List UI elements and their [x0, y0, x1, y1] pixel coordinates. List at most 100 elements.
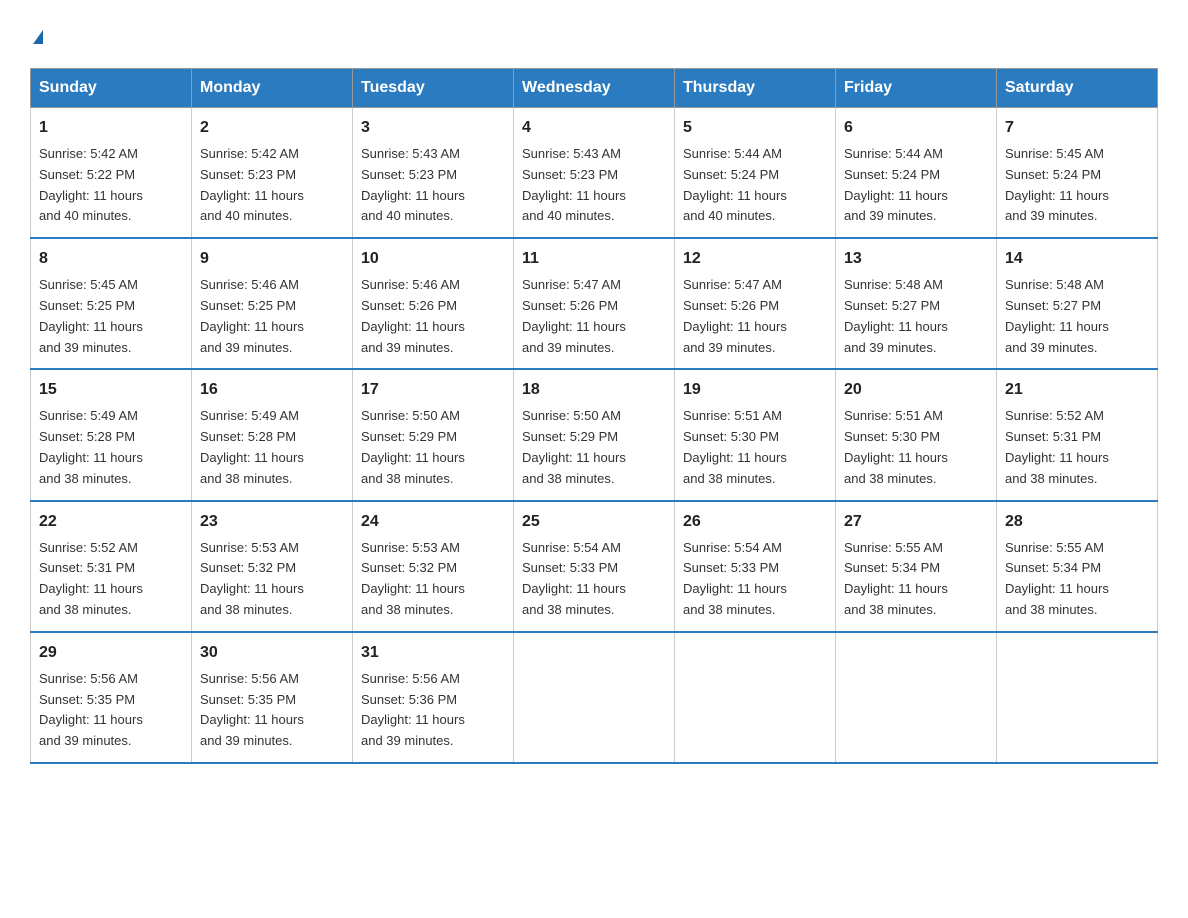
- calendar-cell: 1 Sunrise: 5:42 AMSunset: 5:22 PMDaylight…: [31, 108, 192, 239]
- day-info: Sunrise: 5:45 AMSunset: 5:25 PMDaylight:…: [39, 275, 183, 358]
- day-number: 20: [844, 378, 988, 402]
- calendar-cell: 3 Sunrise: 5:43 AMSunset: 5:23 PMDaylight…: [353, 108, 514, 239]
- calendar-cell: 19 Sunrise: 5:51 AMSunset: 5:30 PMDayligh…: [675, 369, 836, 500]
- day-number: 26: [683, 510, 827, 534]
- day-info: Sunrise: 5:49 AMSunset: 5:28 PMDaylight:…: [39, 406, 183, 489]
- day-info: Sunrise: 5:55 AMSunset: 5:34 PMDaylight:…: [1005, 538, 1149, 621]
- logo-triangle-icon: [33, 30, 43, 44]
- calendar-cell: 28 Sunrise: 5:55 AMSunset: 5:34 PMDayligh…: [997, 501, 1158, 632]
- day-info: Sunrise: 5:55 AMSunset: 5:34 PMDaylight:…: [844, 538, 988, 621]
- day-number: 5: [683, 116, 827, 140]
- day-info: Sunrise: 5:56 AMSunset: 5:35 PMDaylight:…: [200, 669, 344, 752]
- calendar-cell: 17 Sunrise: 5:50 AMSunset: 5:29 PMDayligh…: [353, 369, 514, 500]
- day-info: Sunrise: 5:56 AMSunset: 5:35 PMDaylight:…: [39, 669, 183, 752]
- day-number: 9: [200, 247, 344, 271]
- day-info: Sunrise: 5:48 AMSunset: 5:27 PMDaylight:…: [1005, 275, 1149, 358]
- calendar-cell: 9 Sunrise: 5:46 AMSunset: 5:25 PMDaylight…: [192, 238, 353, 369]
- calendar-cell: 24 Sunrise: 5:53 AMSunset: 5:32 PMDayligh…: [353, 501, 514, 632]
- col-header-saturday: Saturday: [997, 69, 1158, 108]
- day-info: Sunrise: 5:48 AMSunset: 5:27 PMDaylight:…: [844, 275, 988, 358]
- calendar-cell: 13 Sunrise: 5:48 AMSunset: 5:27 PMDayligh…: [836, 238, 997, 369]
- day-number: 17: [361, 378, 505, 402]
- calendar-cell: 30 Sunrise: 5:56 AMSunset: 5:35 PMDayligh…: [192, 632, 353, 763]
- week-row-3: 15 Sunrise: 5:49 AMSunset: 5:28 PMDayligh…: [31, 369, 1158, 500]
- day-info: Sunrise: 5:47 AMSunset: 5:26 PMDaylight:…: [522, 275, 666, 358]
- day-info: Sunrise: 5:44 AMSunset: 5:24 PMDaylight:…: [683, 144, 827, 227]
- day-info: Sunrise: 5:42 AMSunset: 5:23 PMDaylight:…: [200, 144, 344, 227]
- col-header-sunday: Sunday: [31, 69, 192, 108]
- calendar-cell: 2Sunrise: 5:42 AMSunset: 5:23 PMDaylight…: [192, 108, 353, 239]
- day-info: Sunrise: 5:51 AMSunset: 5:30 PMDaylight:…: [683, 406, 827, 489]
- day-number: 29: [39, 641, 183, 665]
- day-info: Sunrise: 5:53 AMSunset: 5:32 PMDaylight:…: [361, 538, 505, 621]
- calendar-cell: 14 Sunrise: 5:48 AMSunset: 5:27 PMDayligh…: [997, 238, 1158, 369]
- calendar-cell: 5 Sunrise: 5:44 AMSunset: 5:24 PMDaylight…: [675, 108, 836, 239]
- calendar-cell: 23 Sunrise: 5:53 AMSunset: 5:32 PMDayligh…: [192, 501, 353, 632]
- day-number: 6: [844, 116, 988, 140]
- calendar-cell: 15 Sunrise: 5:49 AMSunset: 5:28 PMDayligh…: [31, 369, 192, 500]
- day-number: 31: [361, 641, 505, 665]
- calendar-cell: 8 Sunrise: 5:45 AMSunset: 5:25 PMDaylight…: [31, 238, 192, 369]
- week-row-5: 29 Sunrise: 5:56 AMSunset: 5:35 PMDayligh…: [31, 632, 1158, 763]
- day-number: 3: [361, 116, 505, 140]
- day-number: 1: [39, 116, 183, 140]
- day-number: 23: [200, 510, 344, 534]
- calendar-cell: 21Sunrise: 5:52 AMSunset: 5:31 PMDayligh…: [997, 369, 1158, 500]
- day-info: Sunrise: 5:42 AMSunset: 5:22 PMDaylight:…: [39, 144, 183, 227]
- day-info: Sunrise: 5:52 AMSunset: 5:31 PMDaylight:…: [39, 538, 183, 621]
- logo-top-row: [30, 20, 43, 48]
- col-header-tuesday: Tuesday: [353, 69, 514, 108]
- calendar-cell: [675, 632, 836, 763]
- day-number: 30: [200, 641, 344, 665]
- day-info: Sunrise: 5:47 AMSunset: 5:26 PMDaylight:…: [683, 275, 827, 358]
- calendar-table: SundayMondayTuesdayWednesdayThursdayFrid…: [30, 68, 1158, 764]
- day-number: 13: [844, 247, 988, 271]
- calendar-cell: 4 Sunrise: 5:43 AMSunset: 5:23 PMDaylight…: [514, 108, 675, 239]
- calendar-cell: 7 Sunrise: 5:45 AMSunset: 5:24 PMDaylight…: [997, 108, 1158, 239]
- calendar-cell: 10Sunrise: 5:46 AMSunset: 5:26 PMDayligh…: [353, 238, 514, 369]
- calendar-cell: 29 Sunrise: 5:56 AMSunset: 5:35 PMDayligh…: [31, 632, 192, 763]
- day-info: Sunrise: 5:51 AMSunset: 5:30 PMDaylight:…: [844, 406, 988, 489]
- day-number: 21: [1005, 378, 1149, 402]
- calendar-cell: 18Sunrise: 5:50 AMSunset: 5:29 PMDayligh…: [514, 369, 675, 500]
- day-info: Sunrise: 5:56 AMSunset: 5:36 PMDaylight:…: [361, 669, 505, 752]
- day-number: 24: [361, 510, 505, 534]
- day-info: Sunrise: 5:43 AMSunset: 5:23 PMDaylight:…: [522, 144, 666, 227]
- day-number: 8: [39, 247, 183, 271]
- day-number: 4: [522, 116, 666, 140]
- day-number: 14: [1005, 247, 1149, 271]
- day-number: 27: [844, 510, 988, 534]
- calendar-cell: 6Sunrise: 5:44 AMSunset: 5:24 PMDaylight…: [836, 108, 997, 239]
- calendar-cell: 20 Sunrise: 5:51 AMSunset: 5:30 PMDayligh…: [836, 369, 997, 500]
- day-number: 18: [522, 378, 666, 402]
- calendar-cell: 26 Sunrise: 5:54 AMSunset: 5:33 PMDayligh…: [675, 501, 836, 632]
- calendar-cell: 22 Sunrise: 5:52 AMSunset: 5:31 PMDayligh…: [31, 501, 192, 632]
- day-info: Sunrise: 5:43 AMSunset: 5:23 PMDaylight:…: [361, 144, 505, 227]
- day-number: 28: [1005, 510, 1149, 534]
- day-number: 7: [1005, 116, 1149, 140]
- col-header-thursday: Thursday: [675, 69, 836, 108]
- day-info: Sunrise: 5:53 AMSunset: 5:32 PMDaylight:…: [200, 538, 344, 621]
- calendar-cell: 12 Sunrise: 5:47 AMSunset: 5:26 PMDayligh…: [675, 238, 836, 369]
- day-info: Sunrise: 5:46 AMSunset: 5:25 PMDaylight:…: [200, 275, 344, 358]
- day-number: 15: [39, 378, 183, 402]
- calendar-cell: 27 Sunrise: 5:55 AMSunset: 5:34 PMDayligh…: [836, 501, 997, 632]
- week-row-4: 22 Sunrise: 5:52 AMSunset: 5:31 PMDayligh…: [31, 501, 1158, 632]
- day-number: 25: [522, 510, 666, 534]
- calendar-cell: 16Sunrise: 5:49 AMSunset: 5:28 PMDayligh…: [192, 369, 353, 500]
- day-number: 12: [683, 247, 827, 271]
- day-number: 10: [361, 247, 505, 271]
- day-number: 16: [200, 378, 344, 402]
- col-header-wednesday: Wednesday: [514, 69, 675, 108]
- day-info: Sunrise: 5:54 AMSunset: 5:33 PMDaylight:…: [522, 538, 666, 621]
- day-info: Sunrise: 5:50 AMSunset: 5:29 PMDaylight:…: [361, 406, 505, 489]
- day-number: 22: [39, 510, 183, 534]
- col-header-monday: Monday: [192, 69, 353, 108]
- day-info: Sunrise: 5:45 AMSunset: 5:24 PMDaylight:…: [1005, 144, 1149, 227]
- day-info: Sunrise: 5:54 AMSunset: 5:33 PMDaylight:…: [683, 538, 827, 621]
- day-number: 11: [522, 247, 666, 271]
- day-number: 19: [683, 378, 827, 402]
- calendar-cell: [997, 632, 1158, 763]
- calendar-cell: 25 Sunrise: 5:54 AMSunset: 5:33 PMDayligh…: [514, 501, 675, 632]
- col-header-friday: Friday: [836, 69, 997, 108]
